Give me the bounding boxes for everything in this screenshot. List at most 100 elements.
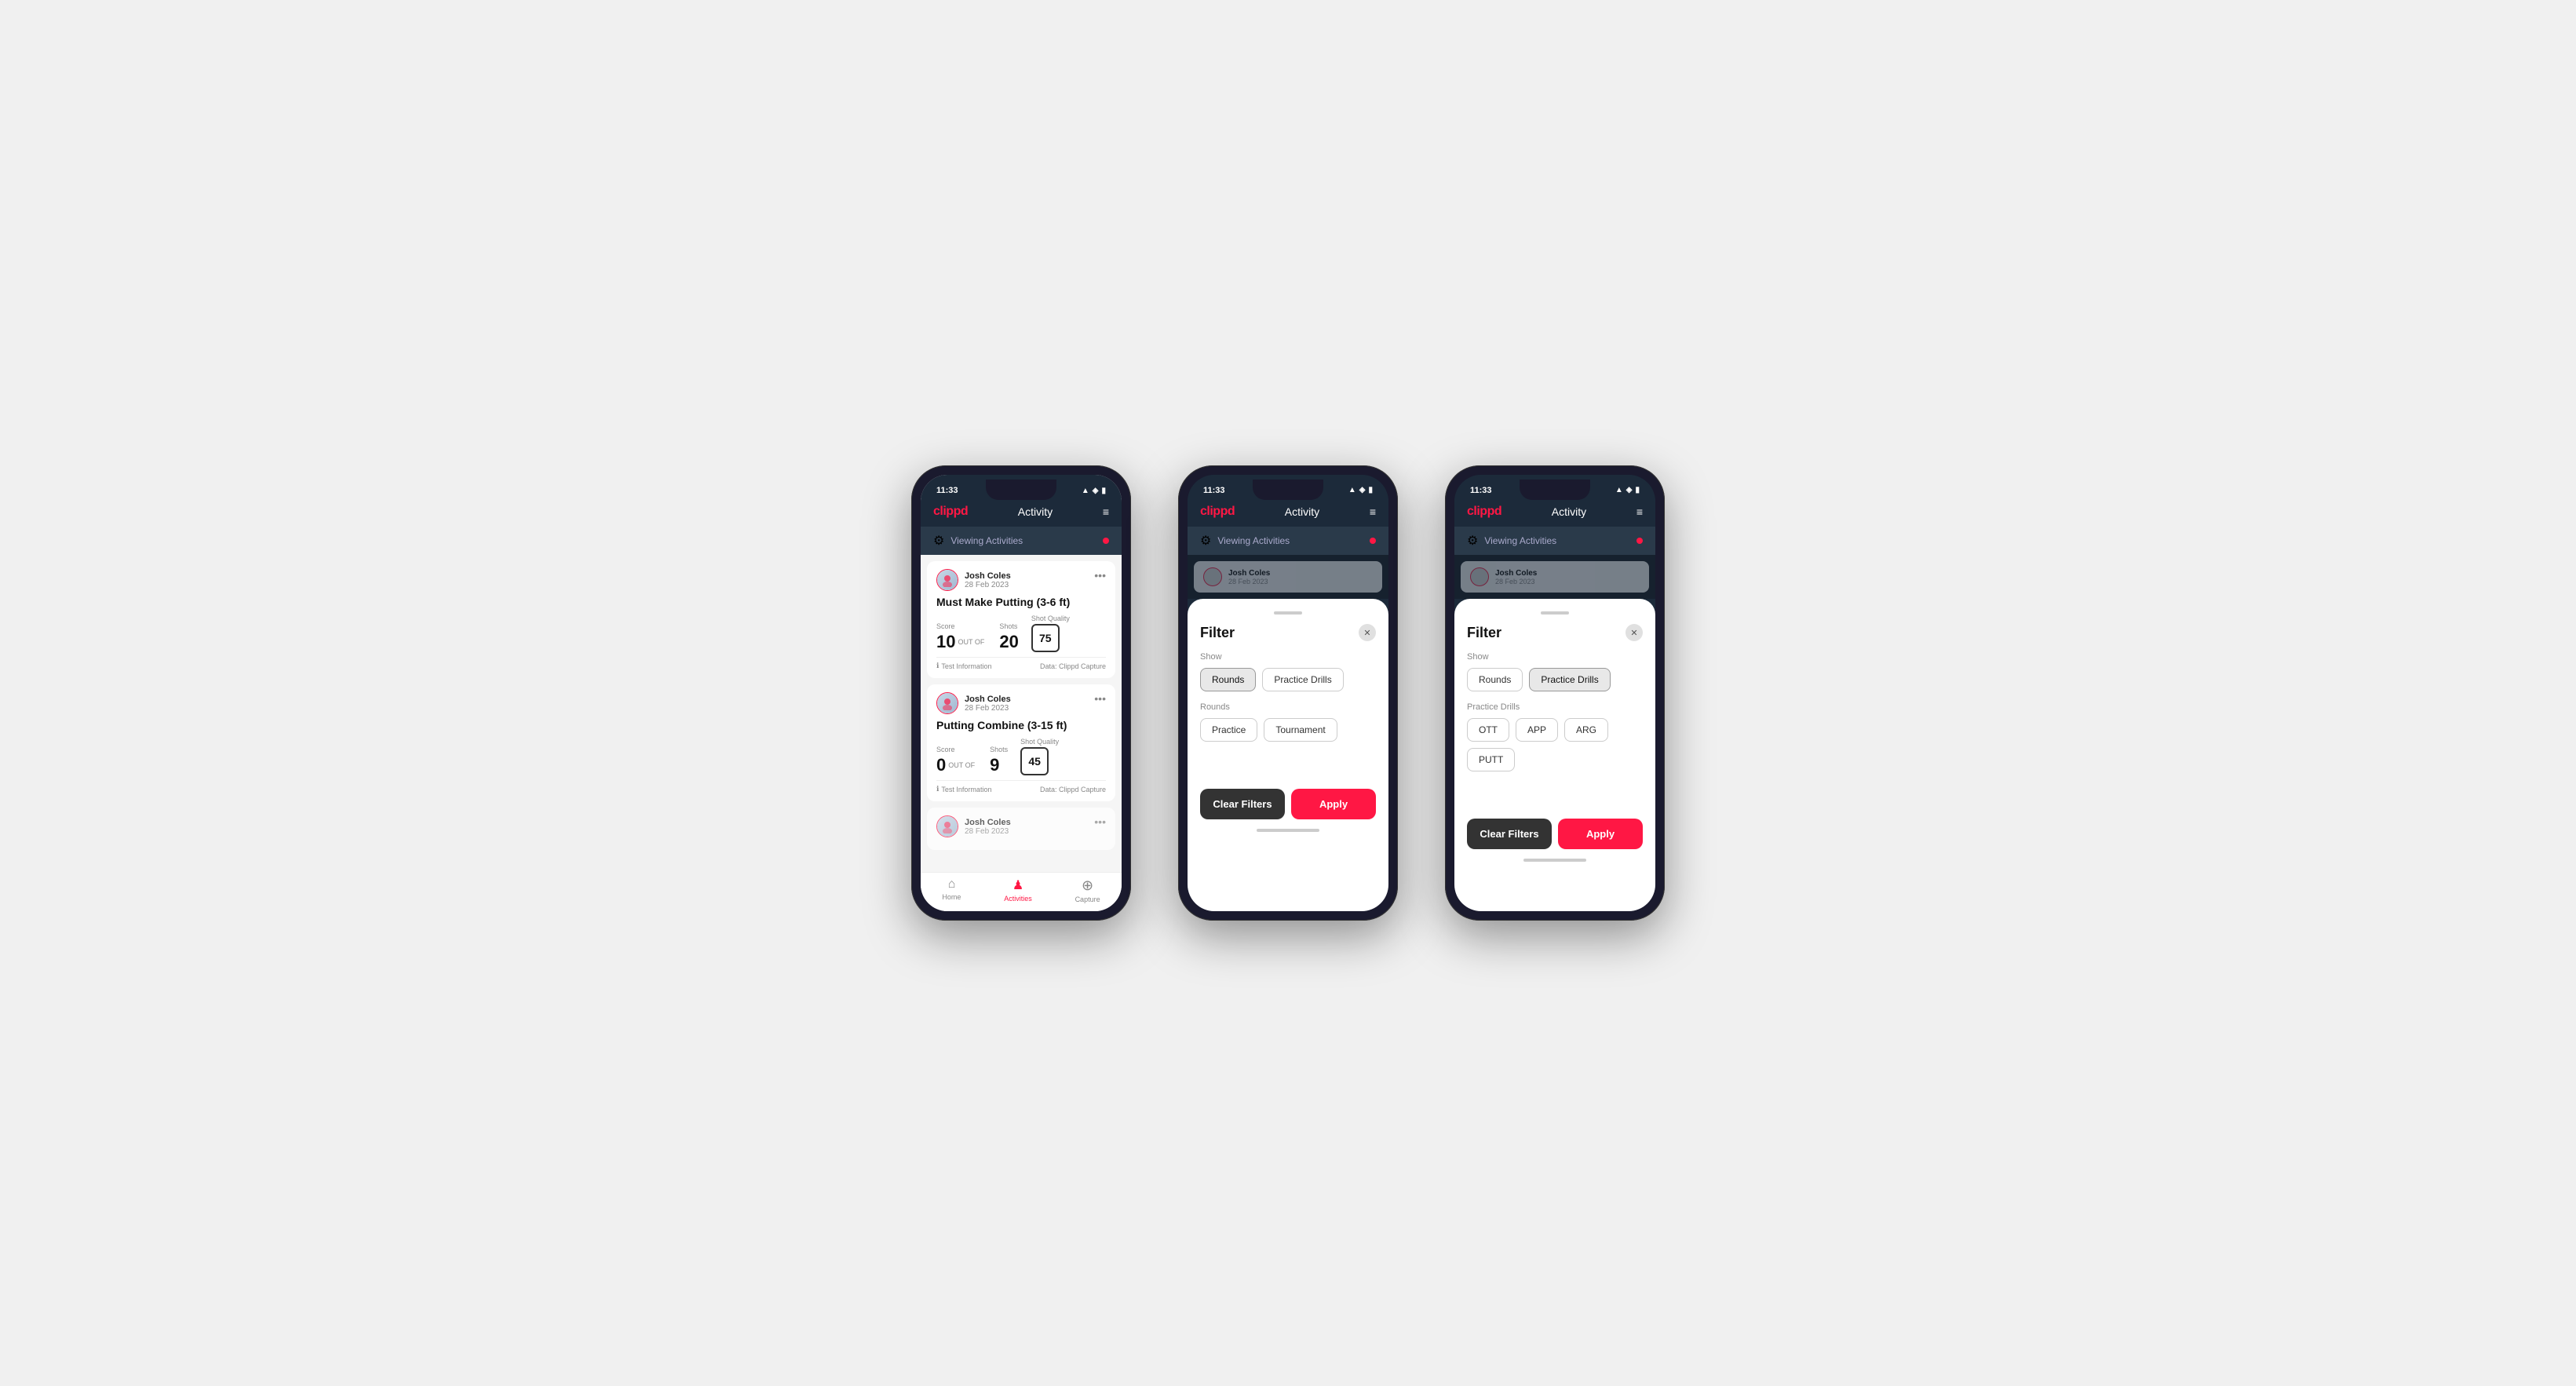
user-name-3: Josh Coles [965, 818, 1011, 827]
avatar-inner-1 [937, 570, 958, 590]
user-details-2: Josh Coles 28 Feb 2023 [965, 695, 1011, 713]
nav-home-1[interactable]: ⌂ Home [942, 877, 961, 903]
practice-drills-btn-2[interactable]: Practice Drills [1262, 668, 1343, 691]
nav-activities-1[interactable]: ♟ Activities [1004, 877, 1032, 903]
home-indicator-3 [1523, 859, 1586, 862]
avatar-2 [936, 692, 958, 714]
putt-btn-3[interactable]: PUTT [1467, 748, 1515, 771]
activity-card-1: Josh Coles 28 Feb 2023 ••• Must Make Put… [927, 561, 1115, 678]
ott-btn-3[interactable]: OTT [1467, 718, 1509, 742]
dots-menu-1[interactable]: ••• [1094, 569, 1106, 582]
home-indicator-2 [1257, 829, 1319, 832]
activity-title-1: Must Make Putting (3-6 ft) [936, 596, 1106, 608]
clear-filters-btn-2[interactable]: Clear Filters [1200, 789, 1285, 819]
info-icon-2: ℹ [936, 785, 939, 793]
app-header-2: clippd Activity ≡ [1188, 500, 1388, 527]
dots-menu-2[interactable]: ••• [1094, 692, 1106, 705]
screen-content-1: Josh Coles 28 Feb 2023 ••• Must Make Put… [921, 555, 1122, 872]
close-button-3[interactable]: ✕ [1626, 624, 1643, 641]
activities-icon-1: ♟ [1013, 877, 1023, 893]
filter-handle-2 [1274, 611, 1302, 615]
card-header-3: Josh Coles 28 Feb 2023 ••• [936, 815, 1106, 837]
user-date-1: 28 Feb 2023 [965, 581, 1011, 589]
red-dot-1 [1103, 538, 1109, 544]
score-label-2: Score [936, 746, 977, 753]
clear-filters-btn-3[interactable]: Clear Filters [1467, 819, 1552, 849]
avatar-svg-2 [940, 696, 954, 710]
sq-label-1: Shot Quality [1031, 615, 1070, 622]
rounds-btn-3[interactable]: Rounds [1467, 668, 1523, 691]
drills-label-3: Practice Drills [1467, 702, 1643, 712]
drills-buttons-3: OTT APP ARG PUTT [1467, 718, 1643, 771]
practice-round-btn-2[interactable]: Practice [1200, 718, 1257, 742]
filter-header-2: Filter ✕ [1200, 624, 1376, 641]
rounds-btn-2[interactable]: Rounds [1200, 668, 1256, 691]
header-title-3: Activity [1552, 505, 1586, 518]
show-buttons-3: Rounds Practice Drills [1467, 668, 1643, 691]
nav-capture-1[interactable]: ⊕ Capture [1075, 877, 1100, 903]
viewing-bar-3[interactable]: ⚙ Viewing Activities [1454, 527, 1655, 555]
user-name-1: Josh Coles [965, 571, 1011, 581]
status-bar-2: 11:33 ▲ ◈ ▮ [1188, 475, 1388, 500]
header-title-1: Activity [1018, 505, 1053, 518]
card-footer-2: ℹ Test Information Data: Clippd Capture [936, 780, 1106, 793]
apply-btn-3[interactable]: Apply [1558, 819, 1643, 849]
bottom-nav-1: ⌂ Home ♟ Activities ⊕ Capture [921, 872, 1122, 911]
practice-drills-btn-3[interactable]: Practice Drills [1529, 668, 1610, 691]
signal-2: ▲ [1348, 486, 1356, 495]
out-of-1: OUT OF [958, 638, 984, 646]
hamburger-menu-1[interactable]: ≡ [1103, 505, 1109, 518]
phone-1: 11:33 ▲ ◈ ▮ clippd Activity ≡ ⚙ Viewing … [911, 465, 1131, 921]
apply-btn-2[interactable]: Apply [1291, 789, 1376, 819]
filter-title-2: Filter [1200, 625, 1235, 641]
logo-3: clippd [1467, 505, 1501, 519]
sq-stat-1: Shot Quality 75 [1031, 615, 1070, 652]
phone-2: 11:33 ▲ ◈ ▮ clippd Activity ≡ ⚙ Viewing … [1178, 465, 1398, 921]
bg-card-3: Josh Coles 28 Feb 2023 [1454, 555, 1655, 599]
card-header-2: Josh Coles 28 Feb 2023 ••• [936, 692, 1106, 714]
filter-title-3: Filter [1467, 625, 1501, 641]
logo-2: clippd [1200, 505, 1235, 519]
dots-menu-3[interactable]: ••• [1094, 815, 1106, 828]
filter-modal-2: Filter ✕ Show Rounds Practice Drills Rou… [1188, 599, 1388, 911]
hamburger-3[interactable]: ≡ [1636, 505, 1643, 518]
user-info-3: Josh Coles 28 Feb 2023 [936, 815, 1011, 837]
filter-modal-3: Filter ✕ Show Rounds Practice Drills Pra… [1454, 599, 1655, 911]
filter-icon-1: ⚙ [933, 533, 944, 549]
filter-handle-3 [1541, 611, 1569, 615]
arg-btn-3[interactable]: ARG [1564, 718, 1608, 742]
filter-icon-3: ⚙ [1467, 533, 1478, 549]
shots-value-1: 20 [999, 632, 1018, 651]
score-stat-1: Score 10 OUT OF [936, 622, 987, 652]
avatar-svg-1 [940, 573, 954, 587]
shots-value-2: 9 [990, 755, 999, 775]
show-label-2: Show [1200, 652, 1376, 662]
user-details-3: Josh Coles 28 Feb 2023 [965, 818, 1011, 836]
footer-right-1: Data: Clippd Capture [1040, 662, 1106, 670]
user-date-2: 28 Feb 2023 [965, 704, 1011, 713]
hamburger-2[interactable]: ≡ [1370, 505, 1376, 518]
capture-label-1: Capture [1075, 895, 1100, 903]
close-button-2[interactable]: ✕ [1359, 624, 1376, 641]
sq-label-2: Shot Quality [1020, 738, 1059, 746]
time-2: 11:33 [1203, 486, 1225, 495]
viewing-bar-2[interactable]: ⚙ Viewing Activities [1188, 527, 1388, 555]
tournament-btn-2[interactable]: Tournament [1264, 718, 1337, 742]
red-dot-3 [1636, 538, 1643, 544]
show-buttons-2: Rounds Practice Drills [1200, 668, 1376, 691]
user-details-1: Josh Coles 28 Feb 2023 [965, 571, 1011, 589]
activity-card-2: Josh Coles 28 Feb 2023 ••• Putting Combi… [927, 684, 1115, 801]
avatar-inner-3 [937, 816, 958, 837]
app-btn-3[interactable]: APP [1516, 718, 1558, 742]
stats-row-2: Score 0 OUT OF Shots 9 Shot Quality [936, 738, 1106, 775]
sq-badge-2: 45 [1020, 747, 1049, 775]
home-label-1: Home [942, 893, 961, 901]
phone-2-screen: 11:33 ▲ ◈ ▮ clippd Activity ≡ ⚙ Viewing … [1188, 475, 1388, 911]
capture-icon-1: ⊕ [1082, 877, 1093, 894]
viewing-bar-1[interactable]: ⚙ Viewing Activities [921, 527, 1122, 555]
user-date-3: 28 Feb 2023 [965, 827, 1011, 836]
sq-badge-1: 75 [1031, 624, 1060, 652]
wifi-3: ◈ [1626, 486, 1633, 495]
filter-header-3: Filter ✕ [1467, 624, 1643, 641]
wifi-2: ◈ [1359, 486, 1366, 495]
